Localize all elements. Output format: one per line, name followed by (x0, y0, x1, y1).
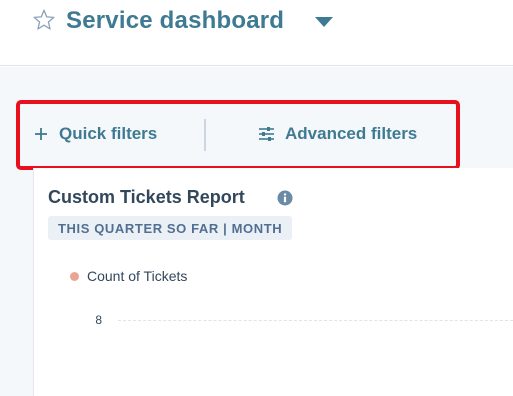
dashboard-title[interactable]: Service dashboard (66, 4, 284, 38)
star-outline-icon[interactable] (32, 8, 56, 32)
legend-series-label: Count of Tickets (87, 268, 188, 284)
quick-filters-button[interactable]: Quick filters (34, 122, 157, 146)
chart-gridline (118, 320, 513, 321)
filter-divider (204, 119, 206, 151)
info-icon[interactable] (277, 190, 293, 206)
advanced-filters-button[interactable]: Advanced filters (258, 122, 417, 146)
y-axis-tick-label: 8 (95, 313, 102, 327)
dashboard-header: Service dashboard (0, 0, 513, 66)
advanced-filters-label: Advanced filters (285, 124, 418, 143)
legend-swatch (70, 271, 79, 281)
plus-icon (35, 128, 47, 140)
caret-down-icon[interactable] (314, 16, 334, 28)
sliders-icon (259, 127, 274, 141)
chart-legend: Count of Tickets (70, 267, 187, 285)
quick-filters-label: Quick filters (59, 124, 158, 143)
service-dashboard-page: Service dashboard Quick filters Advanced… (0, 0, 513, 396)
date-range-badge[interactable]: THIS QUARTER SO FAR | MONTH (48, 216, 293, 240)
report-title[interactable]: Custom Tickets Report (48, 184, 245, 210)
